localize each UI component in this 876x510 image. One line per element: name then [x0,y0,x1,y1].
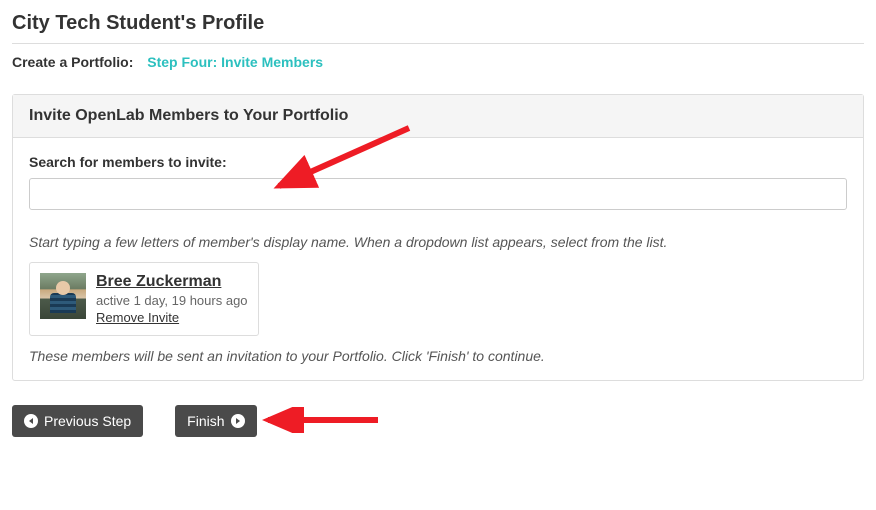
previous-step-label: Previous Step [44,413,131,429]
member-card: Bree Zuckerman active 1 day, 19 hours ag… [29,262,259,336]
helper-text: Start typing a few letters of member's d… [29,234,847,250]
panel-header: Invite OpenLab Members to Your Portfolio [13,95,863,138]
breadcrumb: Create a Portfolio: Step Four: Invite Me… [12,54,864,70]
breadcrumb-step: Step Four: Invite Members [147,54,323,70]
member-info: Bree Zuckerman active 1 day, 19 hours ag… [96,273,248,325]
page-title: City Tech Student's Profile [12,12,864,35]
finish-button[interactable]: Finish [175,405,256,437]
avatar [40,273,86,319]
search-row [29,178,847,210]
member-name-link[interactable]: Bree Zuckerman [96,273,248,291]
chevron-left-icon [24,414,38,428]
remove-invite-link[interactable]: Remove Invite [96,310,248,325]
member-active-text: active 1 day, 19 hours ago [96,293,248,308]
invite-panel: Invite OpenLab Members to Your Portfolio… [12,94,864,381]
search-input[interactable] [29,178,847,210]
finish-label: Finish [187,413,224,429]
previous-step-button[interactable]: Previous Step [12,405,143,437]
buttons-row: Previous Step Finish [12,405,864,437]
search-label: Search for members to invite: [29,154,847,170]
chevron-right-icon [231,414,245,428]
invite-note: These members will be sent an invitation… [29,348,847,364]
breadcrumb-label: Create a Portfolio: [12,54,133,70]
panel-body: Search for members to invite: Start typi… [13,138,863,380]
divider [12,43,864,44]
annotation-arrow-finish [260,407,380,433]
